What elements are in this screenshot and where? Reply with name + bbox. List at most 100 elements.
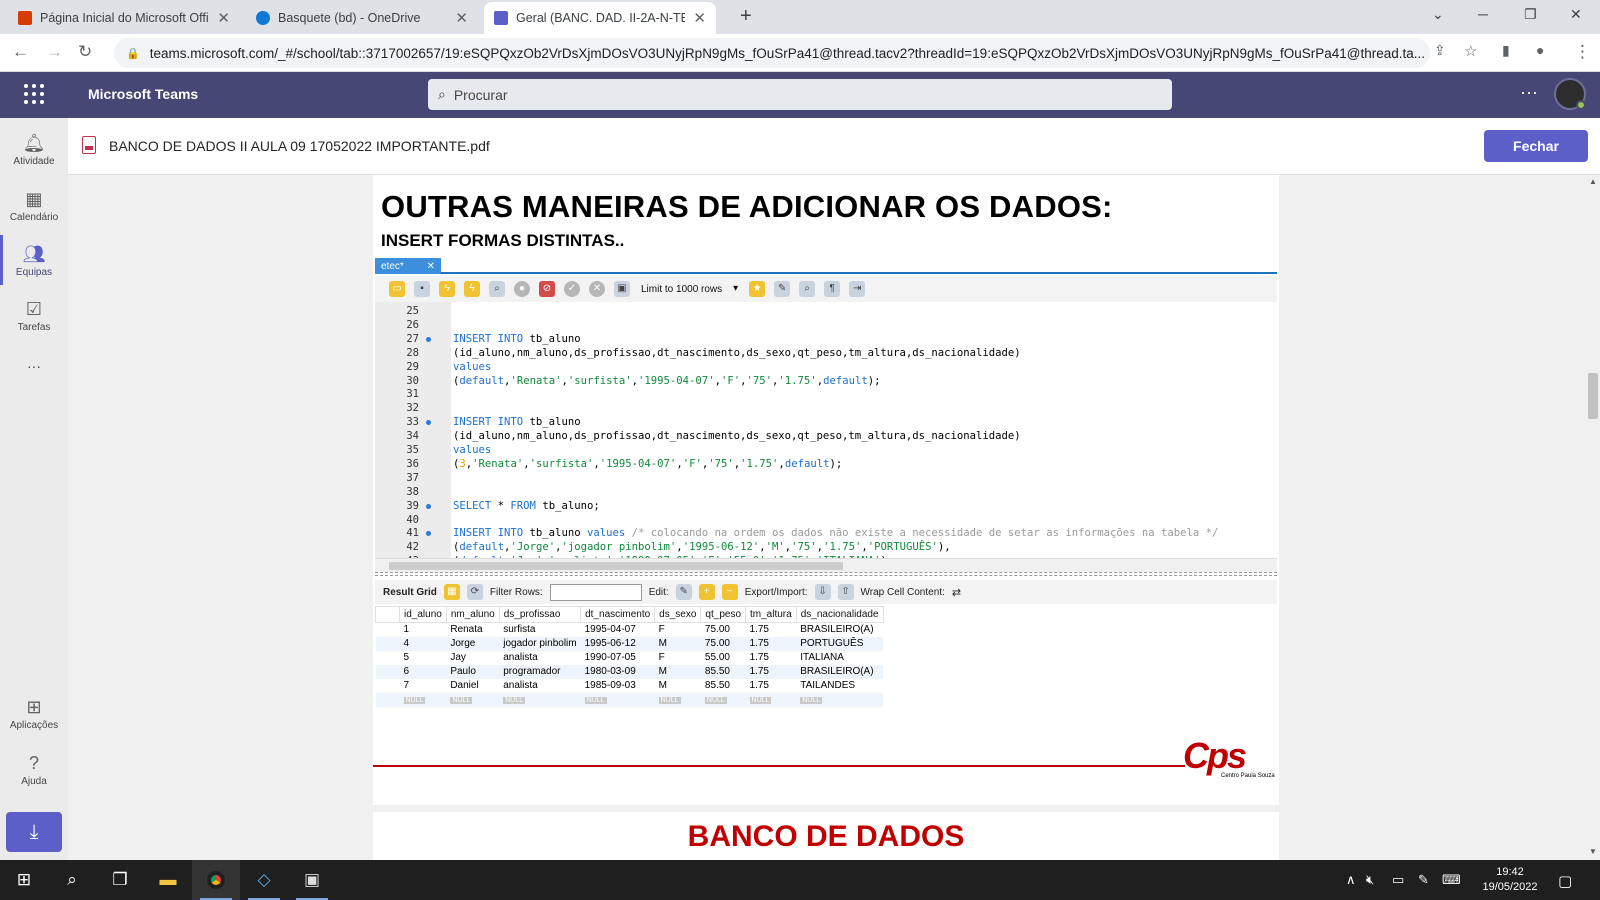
open-folder-icon: ▭ <box>389 281 405 297</box>
scroll-up-icon[interactable]: ▲ <box>1589 177 1597 186</box>
execute-current-icon: ϟ <box>464 281 480 297</box>
table-cell: M <box>654 637 701 651</box>
search-icon[interactable]: ⌕ <box>48 860 96 900</box>
table-cell: TAILANDES <box>800 680 856 691</box>
app-cube-icon[interactable]: ▣ <box>288 860 336 900</box>
mysql-workbench-icon[interactable]: ◇ <box>240 860 288 900</box>
avatar[interactable] <box>1554 78 1586 110</box>
minimize-icon[interactable]: ─ <box>1478 6 1488 22</box>
table-cell: 7 <box>403 680 410 691</box>
line-number: 31 <box>406 388 419 401</box>
address-bar[interactable]: 🔒 teams.microsoft.com/_#/school/tab::371… <box>114 38 1430 68</box>
maximize-icon[interactable]: ❐ <box>1524 6 1537 23</box>
file-explorer-icon[interactable]: ▬ <box>144 860 192 900</box>
code-line: (id_aluno,nm_aluno,ds_profissao,dt_nasci… <box>453 430 1021 443</box>
pdf-viewer[interactable]: OUTRAS MANEIRAS DE ADICIONAR OS DADOS: I… <box>68 175 1600 860</box>
notifications-icon[interactable]: ▢ <box>1558 872 1572 890</box>
null-badge: NULL <box>503 697 526 704</box>
app-bar: 🔔︎ Atividade ▦ Calendário 👥︎ Equipas ☑ T… <box>0 118 68 860</box>
add-snippet-icon: ★ <box>749 281 766 297</box>
line-number: 36 <box>406 457 419 470</box>
app-launcher-icon[interactable] <box>24 84 44 104</box>
invisible-chars-icon: ¶ <box>824 281 841 297</box>
filter-rows-input <box>549 583 642 601</box>
line-number: 41 <box>406 527 419 540</box>
rail-item-tasks[interactable]: ☑ Tarefas <box>0 288 68 344</box>
pdf-page-next: BANCO DE DADOS <box>373 812 1279 860</box>
row-selector <box>375 665 400 679</box>
scrollbar-thumb[interactable] <box>1588 373 1598 419</box>
back-icon[interactable]: ← <box>12 42 29 62</box>
rail-item-apps[interactable]: ⊞ Aplicações <box>0 686 68 742</box>
column-header: qt_peso <box>700 606 747 623</box>
chrome-icon[interactable] <box>192 860 240 900</box>
close-tab-icon[interactable]: ✕ <box>693 9 706 27</box>
tab-title: Basquete (bd) - OneDrive <box>278 11 421 25</box>
bookmark-star-icon[interactable]: ☆ <box>1464 42 1477 60</box>
pen-icon[interactable]: ✎ <box>1418 872 1429 888</box>
table-cell: M <box>658 680 668 691</box>
rail-item-help[interactable]: ? Ajuda <box>0 742 68 798</box>
profile-icon[interactable]: ● <box>1536 42 1544 58</box>
volume-muted-icon[interactable]: 🔇︎ <box>1366 872 1374 888</box>
keyboard-icon[interactable]: ⌨ <box>1442 872 1461 888</box>
rail-item-activity[interactable]: 🔔︎ Atividade <box>0 122 68 178</box>
rail-item-teams[interactable]: 👥︎ Equipas <box>0 233 68 289</box>
null-cell: NULL <box>700 693 746 707</box>
close-tab-icon[interactable]: ✕ <box>217 9 230 27</box>
search-placeholder: Procurar <box>453 86 508 103</box>
line-number: 29 <box>406 360 419 373</box>
tab-search-icon[interactable]: ⌄ <box>1432 6 1444 23</box>
column-header: id_aluno <box>399 606 447 623</box>
scroll-down-icon[interactable]: ▼ <box>1589 847 1597 856</box>
commit-icon: ✓ <box>564 281 580 297</box>
row-selector <box>375 693 400 707</box>
code-line: INSERT INTO tb_aluno <box>453 332 581 345</box>
task-view-icon[interactable]: ❐ <box>96 860 144 900</box>
line-gutter: 2526272829303132333435363738394041424344… <box>375 302 451 558</box>
show-hidden-icons-icon[interactable]: ∧ <box>1346 872 1356 888</box>
code-line: values <box>453 444 492 456</box>
column-header: ds_profissao <box>498 606 582 623</box>
reload-icon[interactable]: ↻ <box>78 42 92 62</box>
close-window-icon[interactable]: ✕ <box>1570 6 1582 23</box>
new-tab-icon[interactable]: + <box>740 5 752 28</box>
table-cell: ITALIANA <box>800 652 844 663</box>
line-number: 32 <box>406 402 419 415</box>
network-icon[interactable]: ▭ <box>1392 872 1404 888</box>
wrap-cell-icon: ⇄ <box>951 586 962 599</box>
close-icon: ✕ <box>426 260 435 272</box>
start-windows-icon[interactable]: ⊞ <box>0 860 48 900</box>
download-icon[interactable]: ⤓ <box>6 812 62 852</box>
table-cell: 75.00 <box>700 637 746 651</box>
rail-label: Tarefas <box>17 321 51 333</box>
toggle-error-icon: ⊘ <box>539 281 555 297</box>
close-button[interactable]: Fechar <box>1484 130 1588 162</box>
table-cell: 85.50 <box>704 680 730 691</box>
result-grid: id_aluno nm_aluno ds_profissao dt_nasciment… <box>375 606 939 726</box>
search-input[interactable]: ⌕ Procurar <box>428 79 1172 110</box>
taskbar-clock[interactable]: 19:42 19/05/2022 <box>1480 865 1540 895</box>
table-cell: 55.00 <box>704 652 730 663</box>
table-cell: 1980-03-09 <box>580 665 655 679</box>
forward-icon[interactable]: → <box>46 42 63 62</box>
null-cell: NULL <box>796 693 884 707</box>
rail-label: Calendário <box>9 211 59 223</box>
browser-tab-onedrive[interactable]: Basquete (bd) - OneDrive ✕ <box>246 2 478 34</box>
browser-tab-teams[interactable]: Geral (BANC. DAD. II-2A-N-TEC DS ✕ <box>484 2 716 34</box>
rail-item-more[interactable]: ··· <box>0 338 68 394</box>
browser-menu-icon[interactable]: ⋮ <box>1574 42 1591 62</box>
share-icon[interactable]: ⇪ <box>1434 42 1446 59</box>
column-header: tm_altura <box>745 606 797 623</box>
execute-icon: ϟ <box>439 281 455 297</box>
clock-time: 19:42 <box>1496 866 1524 878</box>
more-options-icon[interactable]: ··· <box>1520 82 1538 103</box>
browser-tab-office[interactable]: Página Inicial do Microsoft Office ✕ <box>8 2 240 34</box>
line-number: 40 <box>406 513 419 526</box>
close-tab-icon[interactable]: ✕ <box>455 9 468 27</box>
rail-item-calendar[interactable]: ▦ Calendário <box>0 178 68 234</box>
viewer-vertical-scrollbar[interactable]: ▲ ▼ <box>1586 175 1600 860</box>
line-number: 37 <box>406 471 419 484</box>
side-panel-icon[interactable]: ▮ <box>1502 42 1510 59</box>
app-title: Microsoft Teams <box>88 86 199 102</box>
